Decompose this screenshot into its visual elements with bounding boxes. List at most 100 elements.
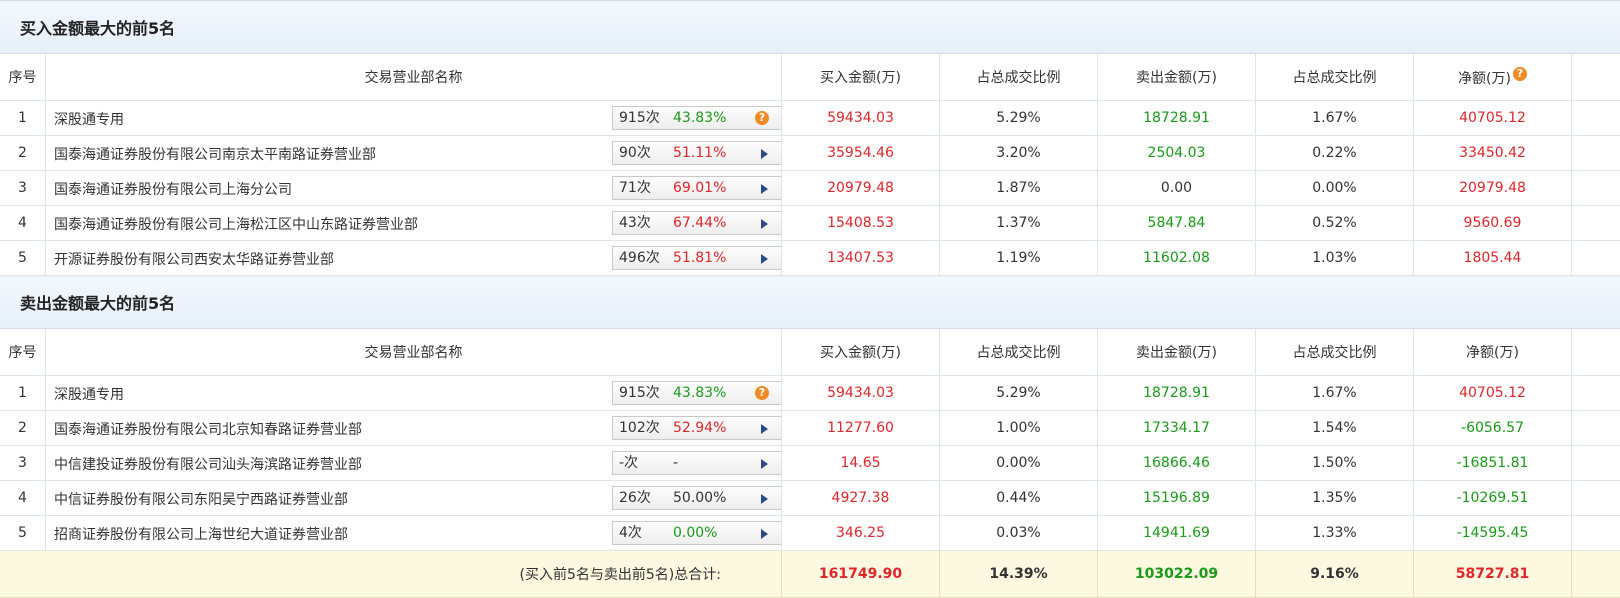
total-net: 58727.81 — [1414, 551, 1572, 598]
seat-stats-badge[interactable]: 26次50.00% — [612, 486, 782, 510]
row-seq: 2 — [0, 136, 46, 171]
row-sell-ratio: 0.22% — [1256, 136, 1414, 171]
row-sell: 5847.84 — [1098, 206, 1256, 241]
row-buy-ratio: 1.37% — [940, 206, 1098, 241]
seat-name-link[interactable]: 国泰海通证券股份有限公司南京太平南路证券营业部 — [54, 144, 376, 164]
row-buy: 4927.38 — [782, 481, 940, 516]
play-arrow-icon[interactable] — [761, 424, 768, 434]
row-seq: 5 — [0, 241, 46, 276]
table-row: 2国泰海通证券股份有限公司南京太平南路证券营业部90次51.11%35954.4… — [0, 136, 1620, 171]
table-row: 5开源证券股份有限公司西安太华路证券营业部496次51.81%13407.531… — [0, 241, 1620, 276]
col-spacer — [1572, 329, 1620, 376]
row-net: -14595.45 — [1414, 516, 1572, 551]
seat-win-rate: 52.94% — [673, 417, 726, 439]
table-row: 2国泰海通证券股份有限公司北京知春路证券营业部102次52.94%11277.6… — [0, 411, 1620, 446]
play-arrow-icon[interactable] — [761, 254, 768, 264]
row-net: 40705.12 — [1414, 376, 1572, 411]
col-sell-ratio: 占总成交比例 — [1256, 54, 1414, 101]
row-buy: 15408.53 — [782, 206, 940, 241]
seat-trade-count: 90次 — [619, 142, 651, 164]
seat-name-link[interactable]: 中信建投证券股份有限公司汕头海滨路证券营业部 — [54, 454, 362, 474]
row-sell: 17334.17 — [1098, 411, 1256, 446]
total-buy-ratio: 14.39% — [940, 551, 1098, 598]
seat-trade-count: -次 — [619, 452, 638, 474]
col-net: 净额(万) — [1414, 329, 1572, 376]
seat-name-link[interactable]: 开源证券股份有限公司西安太华路证券营业部 — [54, 249, 334, 269]
seat-stats-badge[interactable]: 496次51.81% — [612, 246, 782, 270]
seat-name-link[interactable]: 招商证券股份有限公司上海世纪大道证券营业部 — [54, 524, 348, 544]
table-row: 1深股通专用915次43.83%?59434.035.29%18728.911.… — [0, 101, 1620, 136]
seat-stats-badge[interactable]: 915次43.83%? — [612, 106, 782, 130]
total-sell-ratio: 9.16% — [1256, 551, 1414, 598]
seat-win-rate: 67.44% — [673, 212, 726, 234]
play-arrow-icon[interactable] — [761, 494, 768, 504]
row-seq: 4 — [0, 206, 46, 241]
row-sell-ratio: 1.33% — [1256, 516, 1414, 551]
seat-win-rate: 50.00% — [673, 487, 726, 509]
row-sell: 14941.69 — [1098, 516, 1256, 551]
col-sell: 卖出金额(万) — [1098, 54, 1256, 101]
table-row: 3中信建投证券股份有限公司汕头海滨路证券营业部-次-14.650.00%1686… — [0, 446, 1620, 481]
seat-name-link[interactable]: 深股通专用 — [54, 109, 124, 129]
play-arrow-icon[interactable] — [761, 184, 768, 194]
buy-section-header: 买入金额最大的前5名 — [0, 1, 1620, 54]
sell-rows: 1深股通专用915次43.83%?59434.035.29%18728.911.… — [0, 376, 1620, 551]
sell-column-headers: 序号 交易营业部名称 买入金额(万) 占总成交比例 卖出金额(万) 占总成交比例… — [0, 329, 1620, 376]
row-buy: 11277.60 — [782, 411, 940, 446]
table-row: 4中信证券股份有限公司东阳吴宁西路证券营业部26次50.00%4927.380.… — [0, 481, 1620, 516]
seat-win-rate: - — [673, 452, 678, 474]
col-buy: 买入金额(万) — [782, 54, 940, 101]
row-sell: 2504.03 — [1098, 136, 1256, 171]
seat-name-link[interactable]: 国泰海通证券股份有限公司上海分公司 — [54, 179, 292, 199]
row-buy-ratio: 3.20% — [940, 136, 1098, 171]
row-net: 33450.42 — [1414, 136, 1572, 171]
seat-stats-badge[interactable]: 71次69.01% — [612, 176, 782, 200]
play-arrow-icon[interactable] — [761, 149, 768, 159]
question-circle-icon[interactable]: ? — [755, 111, 769, 125]
trading-seats-table: 买入金额最大的前5名 序号 交易营业部名称 买入金额(万) 占总成交比例 卖出金… — [0, 0, 1620, 598]
seat-name-link[interactable]: 中信证券股份有限公司东阳吴宁西路证券营业部 — [54, 489, 348, 509]
seat-win-rate: 69.01% — [673, 177, 726, 199]
col-seq: 序号 — [0, 329, 46, 376]
seat-name-link[interactable]: 深股通专用 — [54, 384, 124, 404]
row-spacer — [1572, 206, 1620, 241]
seat-stats-badge[interactable]: 102次52.94% — [612, 416, 782, 440]
row-sell-ratio: 1.54% — [1256, 411, 1414, 446]
row-spacer — [1572, 376, 1620, 411]
col-net: 净额(万)? — [1414, 54, 1572, 101]
row-sell: 16866.46 — [1098, 446, 1256, 481]
table-row: 5招商证券股份有限公司上海世纪大道证券营业部4次0.00%346.250.03%… — [0, 516, 1620, 551]
seat-name-link[interactable]: 国泰海通证券股份有限公司上海松江区中山东路证券营业部 — [54, 214, 418, 234]
seat-stats-badge[interactable]: 90次51.11% — [612, 141, 782, 165]
seat-name-link[interactable]: 国泰海通证券股份有限公司北京知春路证券营业部 — [54, 419, 362, 439]
row-spacer — [1572, 101, 1620, 136]
row-buy-ratio: 1.87% — [940, 171, 1098, 206]
row-sell-ratio: 1.50% — [1256, 446, 1414, 481]
question-circle-icon[interactable]: ? — [755, 386, 769, 400]
seat-name-cell: 国泰海通证券股份有限公司南京太平南路证券营业部 90次51.11% — [46, 136, 782, 171]
seat-name-cell: 中信建投证券股份有限公司汕头海滨路证券营业部 -次 - — [46, 446, 782, 481]
seat-win-rate: 43.83% — [673, 107, 726, 129]
row-buy: 346.25 — [782, 516, 940, 551]
seat-stats-badge[interactable]: 915次43.83%? — [612, 381, 782, 405]
play-arrow-icon[interactable] — [761, 219, 768, 229]
row-seq: 1 — [0, 376, 46, 411]
row-spacer — [1572, 136, 1620, 171]
question-circle-icon[interactable]: ? — [1513, 67, 1527, 81]
play-arrow-icon[interactable] — [761, 529, 768, 539]
row-buy: 59434.03 — [782, 101, 940, 136]
row-spacer — [1572, 516, 1620, 551]
play-arrow-icon[interactable] — [761, 459, 768, 469]
row-sell-ratio: 1.67% — [1256, 101, 1414, 136]
col-buy-ratio: 占总成交比例 — [940, 54, 1098, 101]
seat-name-cell: 深股通专用 915次43.83%? — [46, 101, 782, 136]
seat-trade-count: 496次 — [619, 247, 660, 269]
seat-stats-badge[interactable]: -次 - — [612, 451, 782, 475]
row-sell: 0.00 — [1098, 171, 1256, 206]
seat-stats-badge[interactable]: 4次0.00% — [612, 521, 782, 545]
col-name: 交易营业部名称 — [46, 329, 782, 376]
row-sell-ratio: 1.67% — [1256, 376, 1414, 411]
col-net-label: 净额(万) — [1458, 71, 1511, 87]
row-buy: 59434.03 — [782, 376, 940, 411]
seat-stats-badge[interactable]: 43次67.44% — [612, 211, 782, 235]
